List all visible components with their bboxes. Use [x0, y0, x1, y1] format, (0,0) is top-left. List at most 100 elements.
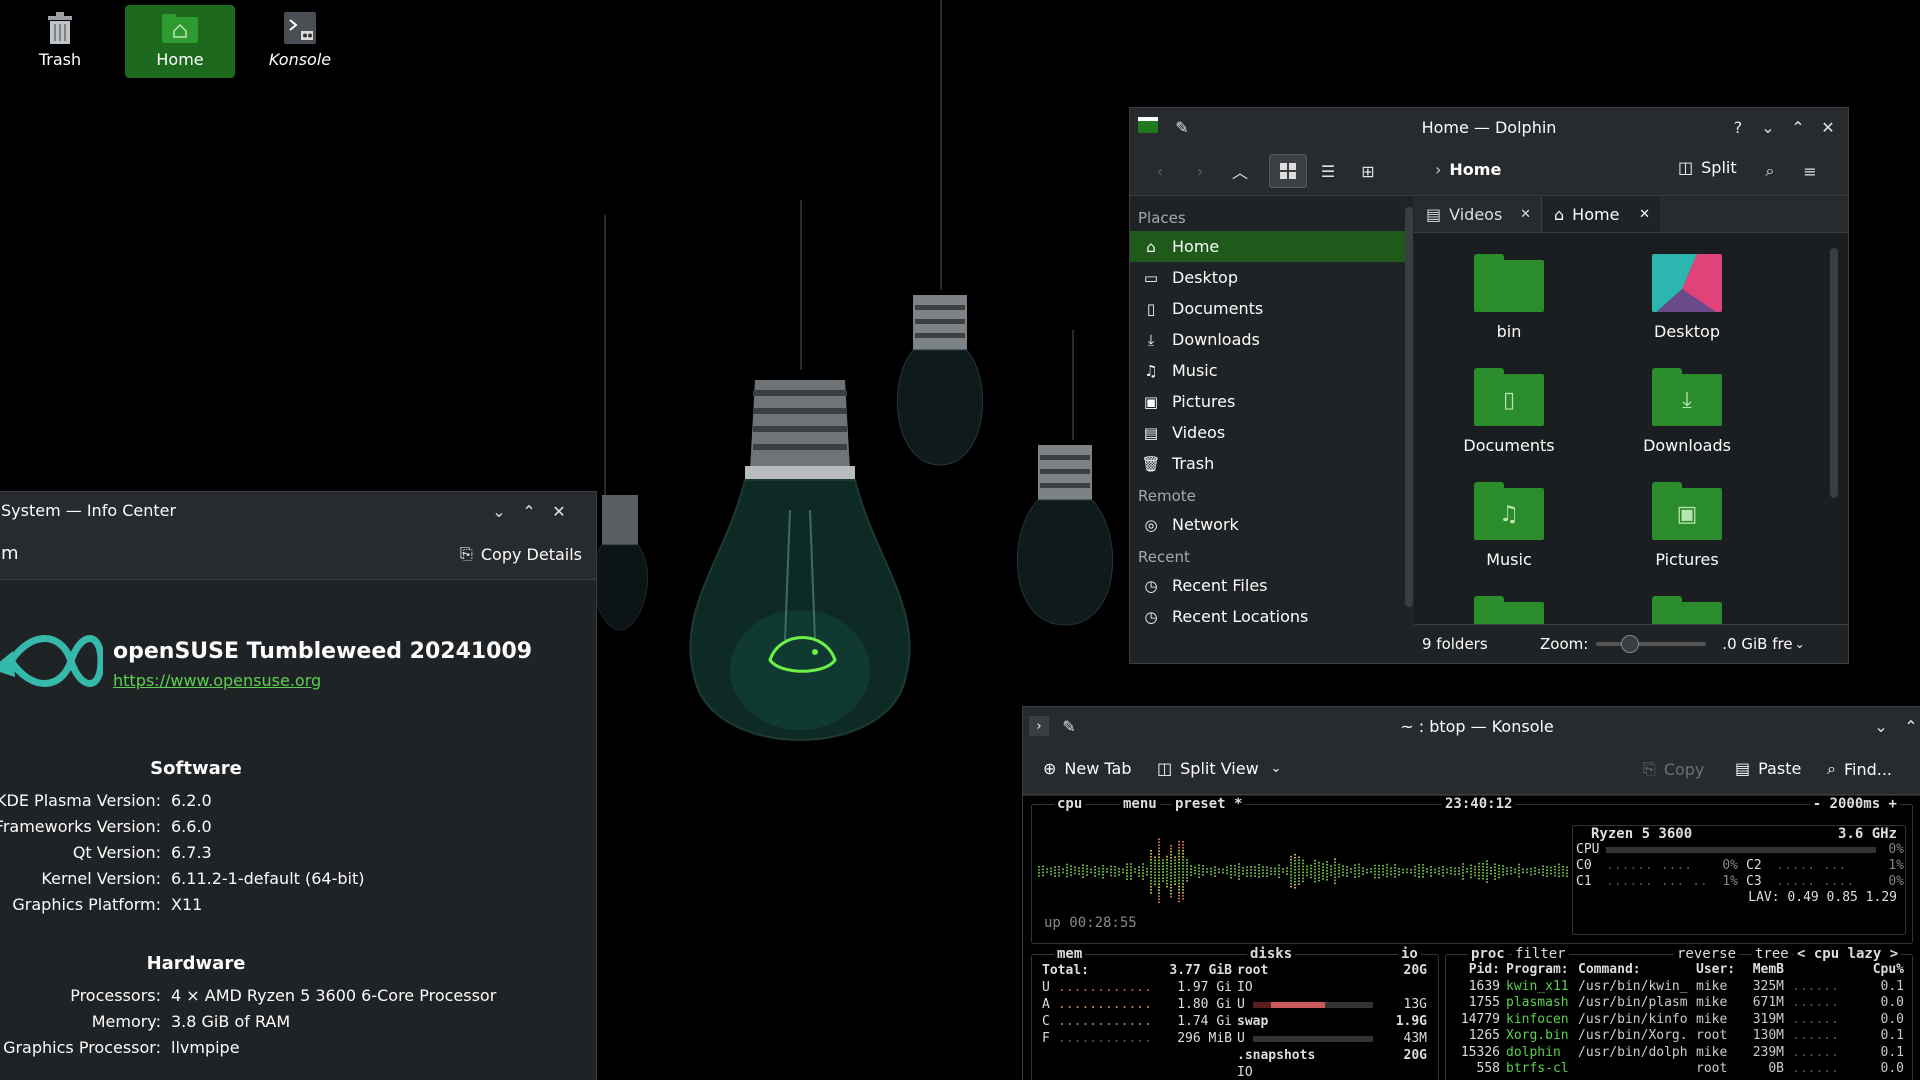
help-button[interactable]: ? [1724, 113, 1752, 141]
infocenter-titlebar[interactable]: System — Info Center ⌄ ⌃ ✕ [0, 492, 596, 530]
folder-downloads[interactable]: ⤓ Downloads [1612, 368, 1762, 455]
close-tab-icon[interactable]: ✕ [1639, 207, 1650, 222]
folder-partial[interactable] [1434, 596, 1584, 624]
sidebar-item-recent-files[interactable]: ◷ Recent Files [1130, 570, 1413, 601]
folder-bin[interactable]: bin [1434, 254, 1584, 341]
sidebar-item-pictures[interactable]: ▣ Pictures [1130, 386, 1413, 417]
table-row[interactable]: 1755 plasmash/usr/bin/plasm mike 671M......… [1452, 995, 1904, 1012]
sidebar-item-recent-locations[interactable]: ◷ Recent Locations [1130, 601, 1413, 632]
sidebar-item-documents[interactable]: ▯ Documents [1130, 293, 1413, 324]
maximize-button[interactable]: ⌃ [515, 497, 543, 525]
paste-button[interactable]: ▤ Paste [1735, 759, 1801, 778]
distro-url-link[interactable]: https://www.opensuse.org [113, 671, 321, 690]
desktop-icon-home[interactable]: Home [125, 5, 235, 78]
table-row[interactable]: 14779 kinfocen/usr/bin/kinfo mike 319M.....… [1452, 1012, 1904, 1029]
close-tab-icon[interactable]: ✕ [1520, 207, 1531, 222]
table-row[interactable]: 558 btrfs-cl root 0B...... 0.0 [1452, 1061, 1904, 1078]
folder-desktop[interactable]: Desktop [1612, 254, 1762, 341]
sidebar-item-network[interactable]: ◎ Network [1130, 509, 1413, 540]
sidebar-item-music[interactable]: ♫ Music [1130, 355, 1413, 386]
cpu-graph-dot [1398, 870, 1400, 873]
cpu-graph-dot [1294, 886, 1296, 889]
tree-label[interactable]: tree [1752, 946, 1792, 962]
terminal[interactable]: cpu menu preset * 23:40:12 - 2000ms + up… [1023, 796, 1920, 1080]
zoom-slider[interactable] [1596, 635, 1707, 653]
search-icon: ⌕ [1827, 759, 1836, 778]
up-button[interactable]: ︿ [1226, 157, 1254, 185]
minimize-button[interactable]: ⌄ [485, 497, 513, 525]
chevron-down-icon[interactable]: ⌄ [1795, 637, 1805, 651]
pin-icon[interactable]: ✎ [1055, 712, 1083, 740]
search-icon[interactable]: ⌕ [1756, 157, 1784, 185]
cpu-graph-dot [1310, 867, 1312, 870]
cpu-graph-dot [1074, 866, 1076, 869]
cpu-graph-dot [1334, 861, 1336, 864]
cpu-graph-dot [1306, 874, 1308, 877]
cpu-info-box: Ryzen 5 3600 3.6 GHz CPU 0% C0...... ....… [1572, 825, 1906, 935]
sidebar-item-downloads[interactable]: ⤓ Downloads [1130, 324, 1413, 355]
konsole-window: ~ : btop — Konsole › ✎ ⌄ ⌃ ⊕ New Tab ◫ Spl… [1022, 706, 1920, 1080]
sidebar-item-videos[interactable]: ▤ Videos [1130, 417, 1413, 448]
forward-button[interactable]: › [1186, 157, 1214, 185]
load-average: LAV: 0.49 0.85 1.29 [1748, 890, 1897, 905]
table-row[interactable]: 1265 Xorg.bin/usr/bin/Xorg. root 130M......… [1452, 1028, 1904, 1045]
zoom-slider-handle[interactable] [1621, 635, 1640, 653]
cpu-graph-dot [1534, 873, 1536, 875]
tab-home[interactable]: ⌂ Home ✕ [1542, 197, 1660, 232]
cpu-graph-dot [1158, 850, 1160, 853]
details-view-button[interactable]: ⊞ [1354, 157, 1382, 185]
find-button[interactable]: ⌕ Find... [1827, 759, 1892, 779]
split-view-button[interactable]: ◫ Split View ⌄ [1157, 759, 1282, 778]
folder-pictures[interactable]: ▣ Pictures [1612, 482, 1762, 569]
view-scrollbar[interactable] [1830, 248, 1838, 498]
maximize-button[interactable]: ⌃ [1784, 113, 1812, 141]
cpu-graph-dot [1306, 868, 1308, 871]
back-button[interactable]: ‹ [1146, 157, 1174, 185]
sidebar-item-desktop[interactable]: ▭ Desktop [1130, 262, 1413, 293]
split-button[interactable]: ◫ Split [1678, 158, 1737, 177]
dolphin-titlebar[interactable]: Home — Dolphin ✎ ? ⌄ ⌃ ✕ [1130, 108, 1848, 146]
new-tab-button[interactable]: ⊕ New Tab [1043, 759, 1131, 778]
pin-icon[interactable]: ✎ [1168, 113, 1196, 141]
cpu-graph-dot [1338, 872, 1340, 875]
table-cell: 0.0 [1880, 995, 1904, 1010]
folder-music[interactable]: ♫ Music [1434, 482, 1584, 569]
cpu-graph-dot [1198, 870, 1200, 873]
minimize-button[interactable]: ⌄ [1754, 113, 1782, 141]
sidebar-item-trash[interactable]: 🗑 Trash [1130, 448, 1413, 479]
cpu-graph-dot [1418, 867, 1420, 869]
reverse-label[interactable]: reverse [1674, 946, 1740, 962]
icons-view-button[interactable] [1269, 154, 1307, 188]
folder-documents[interactable]: ▯ Documents [1434, 368, 1584, 455]
desktop-icon-trash[interactable]: Trash [5, 5, 115, 78]
sort-label[interactable]: < cpu lazy > [1794, 946, 1902, 962]
cpu-graph-dot [1478, 865, 1480, 868]
filter-label[interactable]: filter [1512, 946, 1569, 962]
table-row[interactable]: 1639 kwin_x11/usr/bin/kwin_ mike 325M......… [1452, 979, 1904, 996]
cpu-graph-dot [1562, 874, 1564, 877]
tab-videos[interactable]: ▤ Videos ✕ [1414, 197, 1542, 232]
breadcrumb-home[interactable]: Home [1449, 160, 1501, 179]
sidebar-scrollbar[interactable] [1405, 207, 1413, 607]
folder-partial[interactable] [1612, 596, 1762, 624]
minimize-button[interactable]: ⌄ [1867, 712, 1895, 740]
cpu-graph-dot [1566, 875, 1568, 878]
cpu-graph-dot [1302, 859, 1304, 862]
cpu-graph-dot [1118, 870, 1120, 873]
compact-view-button[interactable]: ☰ [1314, 157, 1342, 185]
maximize-button[interactable]: ⌃ [1897, 712, 1920, 740]
hamburger-menu-icon[interactable]: ≡ [1796, 157, 1824, 185]
close-button[interactable]: ✕ [1814, 113, 1842, 141]
close-button[interactable]: ✕ [545, 497, 573, 525]
cpu-graph-dot [1094, 866, 1096, 868]
konsole-titlebar[interactable]: ~ : btop — Konsole › ✎ ⌄ ⌃ [1023, 707, 1920, 745]
sidebar-item-home[interactable]: ⌂ Home [1130, 231, 1413, 262]
table-row[interactable]: 15326 dolphin/usr/bin/dolph mike 239M......… [1452, 1045, 1904, 1062]
copy-button[interactable]: ⎘ Copy [1643, 759, 1704, 779]
desktop-icon-konsole[interactable]: Konsole [245, 5, 355, 78]
copy-details-button[interactable]: ⎘ Copy Details [460, 544, 582, 564]
cpu-graph-dot [1118, 867, 1120, 870]
breadcrumb[interactable]: › Home [1435, 160, 1501, 179]
mem-row: A............ 1.80 Gi [1042, 997, 1232, 1012]
chevron-down-icon: ⌄ [1270, 761, 1282, 776]
